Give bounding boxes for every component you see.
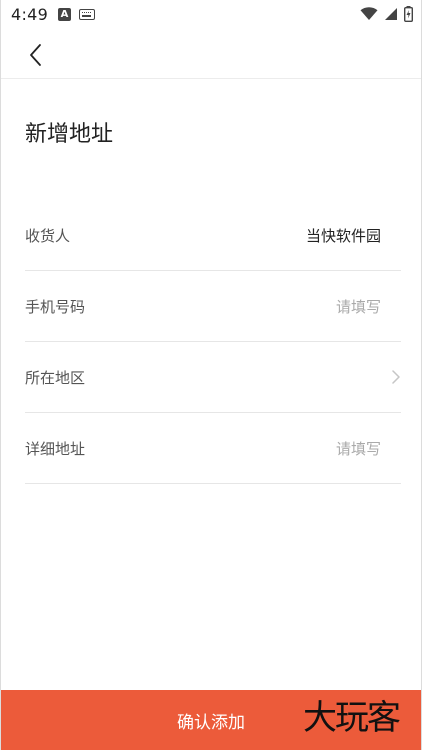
region-label: 所在地区 — [25, 368, 86, 387]
chevron-left-icon[interactable] — [21, 40, 51, 70]
recipient-field[interactable]: 当快软件园 — [306, 225, 381, 246]
a-badge-icon: A — [58, 8, 71, 21]
header — [1, 30, 421, 79]
status-time: 4:49 — [11, 5, 49, 24]
recipient-label: 收货人 — [25, 226, 71, 245]
detail-address-field[interactable]: 请填写 — [336, 438, 381, 459]
wifi-icon — [360, 7, 378, 20]
battery-icon — [404, 6, 413, 22]
status-right-icons — [360, 6, 413, 22]
keyboard-icon — [79, 9, 95, 20]
screen: 4:49 A 新增地址 收货人 当快软件园 手机号码 请填写 所在地区 详细地址… — [0, 0, 422, 750]
phone-row[interactable]: 手机号码 请填写 — [25, 271, 401, 342]
cellular-signal-icon — [385, 8, 397, 20]
phone-field[interactable]: 请填写 — [336, 296, 381, 317]
confirm-add-label: 确认添加 — [177, 712, 245, 733]
watermark-logo: 大玩客 — [303, 698, 401, 738]
detail-address-row[interactable]: 详细地址 请填写 — [25, 413, 401, 484]
region-row[interactable]: 所在地区 — [25, 342, 401, 413]
page-title: 新增地址 — [25, 122, 114, 147]
status-bar: 4:49 A — [1, 0, 421, 30]
recipient-row[interactable]: 收货人 当快软件园 — [25, 200, 401, 271]
detail-address-label: 详细地址 — [25, 439, 86, 458]
phone-label: 手机号码 — [25, 297, 86, 316]
address-form: 收货人 当快软件园 手机号码 请填写 所在地区 详细地址 请填写 — [25, 200, 401, 484]
status-left-icons: A — [58, 8, 95, 21]
chevron-right-icon — [392, 370, 400, 384]
